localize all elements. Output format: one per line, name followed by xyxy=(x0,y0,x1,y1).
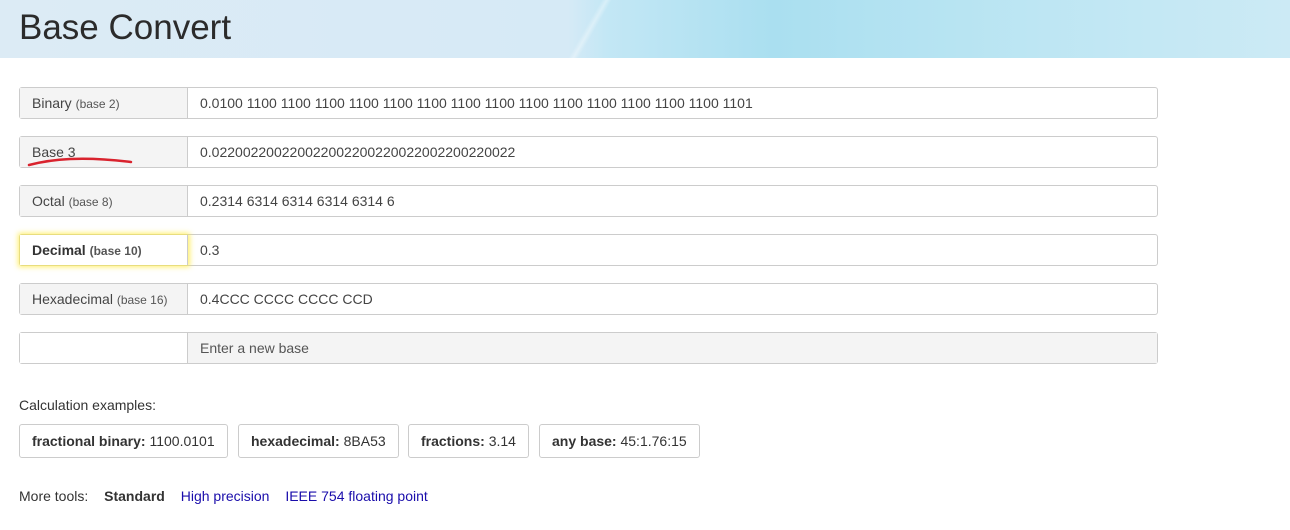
binary-label: Binary (base 2) xyxy=(20,88,188,118)
page-title: Base Convert xyxy=(19,8,232,47)
example-key: hexadecimal: xyxy=(251,433,340,449)
base3-label: Base 3 xyxy=(20,137,188,167)
hexadecimal-label: Hexadecimal (base 16) xyxy=(20,284,188,314)
octal-row: Octal (base 8) 0.2314 6314 6314 6314 631… xyxy=(19,185,1158,217)
example-value: 45:1.76:15 xyxy=(620,433,687,449)
example-value: 8BA53 xyxy=(343,433,386,449)
example-fractions-button[interactable]: fractions: 3.14 xyxy=(408,424,529,458)
hexadecimal-label-base: (base 16) xyxy=(116,293,168,307)
examples-title: Calculation examples: xyxy=(19,397,156,413)
base3-row: Base 3 0.0220022002200220022002200220022… xyxy=(19,136,1158,168)
hexadecimal-label-text: Hexadecimal xyxy=(32,291,113,307)
more-tools: More tools: Standard High precision IEEE… xyxy=(19,488,440,504)
example-fractional-binary-button[interactable]: fractional binary: 1100.0101 xyxy=(19,424,228,458)
octal-label-text: Octal xyxy=(32,193,65,209)
tool-high-precision-link[interactable]: High precision xyxy=(181,488,270,504)
header-decoration xyxy=(555,0,625,58)
new-base-label[interactable] xyxy=(20,333,188,363)
base3-input[interactable]: 0.02200220022002200220022002200220022002… xyxy=(188,137,1157,167)
example-key: fractions: xyxy=(421,433,485,449)
binary-row: Binary (base 2) 0.0100 1100 1100 1100 11… xyxy=(19,87,1158,119)
octal-input[interactable]: 0.2314 6314 6314 6314 6314 6 xyxy=(188,186,1157,216)
example-hexadecimal-button[interactable]: hexadecimal: 8BA53 xyxy=(238,424,399,458)
binary-label-text: Binary xyxy=(32,95,72,111)
example-any-base-button[interactable]: any base: 45:1.76:15 xyxy=(539,424,700,458)
hexadecimal-input[interactable]: 0.4CCC CCCC CCCC CCD xyxy=(188,284,1157,314)
binary-label-base: (base 2) xyxy=(75,97,120,111)
page-header: Base Convert xyxy=(0,0,1290,58)
octal-label-base: (base 8) xyxy=(68,195,113,209)
decimal-label-base: (base 10) xyxy=(89,244,142,258)
tool-standard: Standard xyxy=(104,488,165,504)
binary-input[interactable]: 0.0100 1100 1100 1100 1100 1100 1100 110… xyxy=(188,88,1157,118)
example-key: fractional binary: xyxy=(32,433,146,449)
base3-label-text: Base 3 xyxy=(32,144,76,160)
example-key: any base: xyxy=(552,433,617,449)
tool-ieee-754-link[interactable]: IEEE 754 floating point xyxy=(285,488,427,504)
decimal-row: Decimal (base 10) 0.3 xyxy=(19,234,1158,266)
octal-label: Octal (base 8) xyxy=(20,186,188,216)
decimal-label: Decimal (base 10) xyxy=(20,235,188,265)
new-base-row: Enter a new base xyxy=(19,332,1158,364)
more-tools-label: More tools: xyxy=(19,488,89,504)
decimal-label-text: Decimal xyxy=(32,242,86,258)
decimal-input[interactable]: 0.3 xyxy=(188,235,1157,265)
example-value: 1100.0101 xyxy=(149,433,215,449)
example-value: 3.14 xyxy=(488,433,516,449)
hexadecimal-row: Hexadecimal (base 16) 0.4CCC CCCC CCCC C… xyxy=(19,283,1158,315)
new-base-input[interactable]: Enter a new base xyxy=(188,333,1157,363)
